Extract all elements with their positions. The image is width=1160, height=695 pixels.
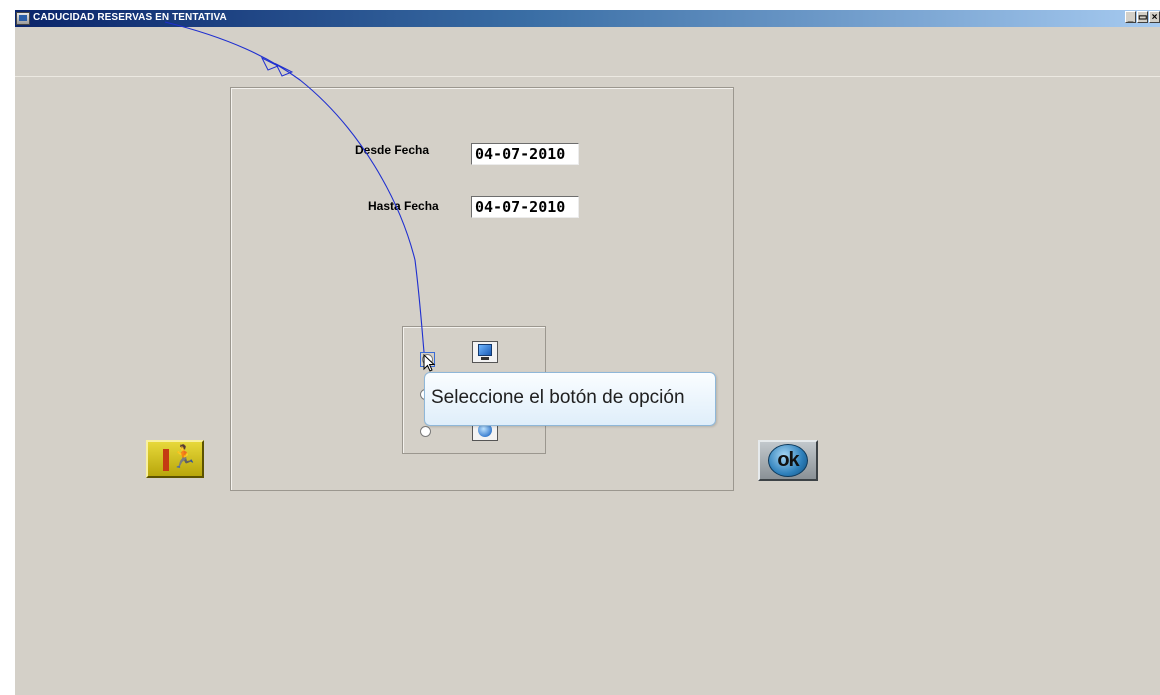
toolbar-separator bbox=[15, 76, 1160, 77]
desde-fecha-input[interactable] bbox=[471, 143, 579, 165]
application-window: CADUCIDAD RESERVAS EN TENTATIVA _ ▭ × De… bbox=[15, 10, 1160, 695]
window-title: CADUCIDAD RESERVAS EN TENTATIVA bbox=[33, 12, 227, 23]
window-controls: _ ▭ × bbox=[1125, 11, 1160, 23]
monitor-icon bbox=[472, 341, 498, 363]
exit-button[interactable]: 🏃 bbox=[146, 440, 204, 478]
option-radio-file[interactable] bbox=[420, 426, 431, 437]
ok-button[interactable]: ok bbox=[758, 440, 818, 481]
hasta-fecha-label: Hasta Fecha bbox=[368, 199, 439, 213]
exit-icon: 🏃 bbox=[170, 444, 198, 469]
radio-focus-highlight bbox=[420, 352, 435, 367]
hasta-fecha-input[interactable] bbox=[471, 196, 579, 218]
restore-button[interactable]: ▭ bbox=[1137, 11, 1148, 23]
desde-fecha-label: Desde Fecha bbox=[355, 143, 430, 157]
title-bar[interactable]: CADUCIDAD RESERVAS EN TENTATIVA _ ▭ × bbox=[15, 10, 1160, 27]
tooltip-text: Seleccione el botón de opción bbox=[431, 387, 685, 408]
ok-label: ok bbox=[777, 449, 799, 471]
tooltip: Seleccione el botón de opción bbox=[424, 372, 716, 426]
ok-icon: ok bbox=[768, 444, 808, 477]
app-icon[interactable] bbox=[16, 12, 30, 25]
minimize-button[interactable]: _ bbox=[1125, 11, 1136, 23]
exit-door-icon bbox=[163, 449, 169, 471]
close-button[interactable]: × bbox=[1149, 11, 1160, 23]
